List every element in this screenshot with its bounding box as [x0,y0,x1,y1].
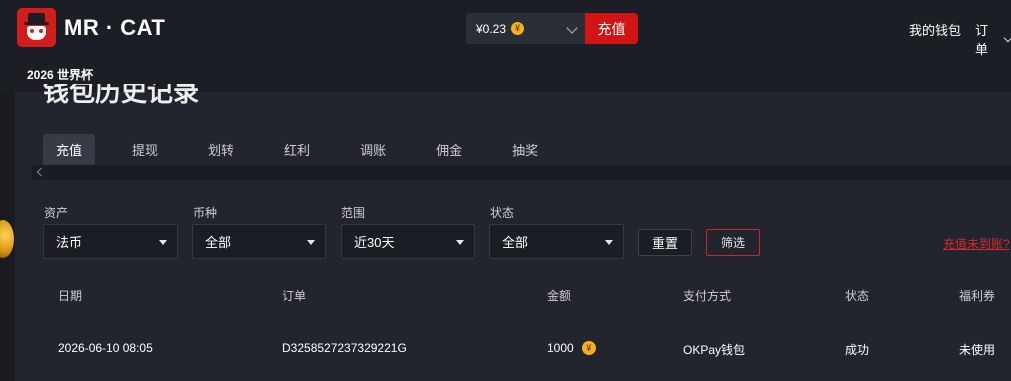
column-header-status: 状态 [845,289,870,303]
wallet-history-panel: 钱包历史记录 充值 提现 划转 红利 调账 佣金 抽奖 资产 法币 币种 全部 … [15,84,1011,381]
range-label: 范围 [341,206,366,220]
chevron-down-icon [1004,33,1011,42]
recharge-button[interactable]: 充值 [585,13,638,44]
balance-amount: ¥0.23 [476,21,507,36]
tab-adjustment[interactable]: 调账 [347,134,399,165]
column-header-amount: 金额 [547,289,572,303]
row-amount: 1000 ¥ [547,341,596,355]
chevron-down-icon [566,22,578,34]
caret-down-icon [605,240,613,245]
row-amount-value: 1000 [547,341,574,355]
filter-button[interactable]: 筛选 [706,229,760,256]
tab-commission[interactable]: 佣金 [423,134,475,165]
tab-bonus[interactable]: 红利 [271,134,323,165]
coin-icon: ¥ [511,22,525,35]
currency-select-value: 全部 [205,235,232,250]
column-header-coupon: 福利券 [959,289,996,303]
tab-transfer[interactable]: 划转 [195,134,247,165]
gold-decoration-icon [0,220,14,258]
brand-name[interactable]: MR · CAT [64,15,165,41]
recharge-help-link[interactable]: 充值未到账? [943,235,1010,252]
coin-icon: ¥ [581,341,596,355]
caret-down-icon [456,240,464,245]
asset-select-value: 法币 [56,235,83,250]
chevron-left-icon[interactable] [36,167,46,177]
row-order-id[interactable]: D3258527237329221G [282,341,407,355]
top-header: MR · CAT ¥0.23 ¥ 充值 我的钱包 订单 [0,0,1011,58]
nav-orders-label: 订单 [975,23,989,57]
reset-button[interactable]: 重置 [638,229,692,256]
nav-worldcup[interactable]: 2026 世界杯 [27,66,93,83]
left-decoration [0,92,15,381]
status-select[interactable]: 全部 [489,224,624,259]
asset-select[interactable]: 法币 [43,224,178,259]
column-header-payment-method: 支付方式 [683,289,732,303]
nav-my-wallet[interactable]: 我的钱包 [909,20,961,39]
history-tabs: 充值 提现 划转 红利 调账 佣金 抽奖 [43,134,575,165]
caret-down-icon [307,240,315,245]
tab-recharge[interactable]: 充值 [43,134,96,165]
row-date: 2026-06-10 08:05 [58,341,153,355]
logo-icon[interactable] [17,8,56,47]
app-root: MR · CAT ¥0.23 ¥ 充值 我的钱包 订单 2026 世界杯 钱包历… [0,0,1011,381]
currency-select[interactable]: 全部 [192,224,326,259]
column-header-order: 订单 [282,289,307,303]
row-coupon: 未使用 [959,343,996,357]
range-select[interactable]: 近30天 [341,224,475,259]
row-payment-method: OKPay钱包 [683,343,746,357]
range-select-value: 近30天 [354,235,395,250]
tab-withdraw[interactable]: 提现 [119,134,171,165]
status-label: 状态 [490,206,515,220]
page-title: 钱包历史记录 [43,84,200,107]
asset-label: 资产 [44,206,69,220]
balance-dropdown[interactable]: ¥0.23 ¥ [466,13,585,44]
tabs-scrollbar[interactable] [32,165,1011,180]
tab-lottery[interactable]: 抽奖 [499,134,551,165]
currency-label: 币种 [193,206,218,220]
column-header-date: 日期 [58,289,83,303]
nav-orders[interactable]: 订单 [975,20,1011,58]
status-select-value: 全部 [502,235,529,250]
caret-down-icon [159,240,167,245]
row-status: 成功 [845,343,870,357]
